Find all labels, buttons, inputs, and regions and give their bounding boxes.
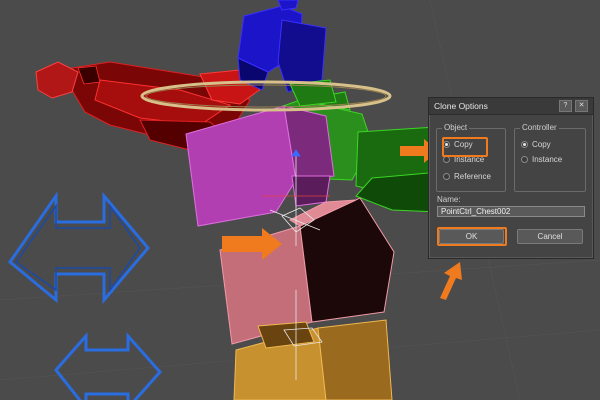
radio-label: Copy xyxy=(532,140,551,149)
help-button[interactable]: ? xyxy=(559,100,572,112)
object-group: Object Copy Instance Reference xyxy=(436,123,506,192)
name-field[interactable] xyxy=(437,206,585,217)
radio-label: Reference xyxy=(454,172,491,181)
controller-group: Controller Copy Instance xyxy=(514,123,586,192)
radio-button[interactable] xyxy=(443,156,450,163)
radio-button[interactable] xyxy=(521,141,528,148)
viewport[interactable]: Clone Options ? ✕ Object Copy Instance R… xyxy=(0,0,600,400)
blue-head-mesh[interactable] xyxy=(237,0,327,93)
dialog-titlebar[interactable]: Clone Options ? ✕ xyxy=(429,98,593,115)
radio-object-copy[interactable]: Copy xyxy=(443,139,473,150)
radio-controller-copy[interactable]: Copy xyxy=(521,139,551,150)
name-label: Name: xyxy=(437,195,461,204)
double-arrow-icon[interactable] xyxy=(7,191,150,305)
clone-options-dialog: Clone Options ? ✕ Object Copy Instance R… xyxy=(428,97,594,259)
radio-controller-instance[interactable]: Instance xyxy=(521,154,562,165)
cancel-button[interactable]: Cancel xyxy=(517,229,583,244)
radio-button[interactable] xyxy=(443,173,450,180)
orange-arrow-icon xyxy=(440,262,462,300)
radio-label: Instance xyxy=(454,155,485,164)
radio-object-instance[interactable]: Instance xyxy=(443,154,484,165)
radio-object-reference[interactable]: Reference xyxy=(443,171,491,182)
radio-label: Copy xyxy=(454,140,473,149)
radio-button[interactable] xyxy=(443,141,450,148)
dialog-title: Clone Options xyxy=(434,101,488,111)
radio-label: Instance xyxy=(532,155,563,164)
close-icon[interactable]: ✕ xyxy=(575,100,588,112)
ok-button[interactable]: OK xyxy=(439,229,504,244)
controller-group-label: Controller xyxy=(520,123,559,132)
object-group-label: Object xyxy=(442,123,470,132)
radio-button[interactable] xyxy=(521,156,528,163)
